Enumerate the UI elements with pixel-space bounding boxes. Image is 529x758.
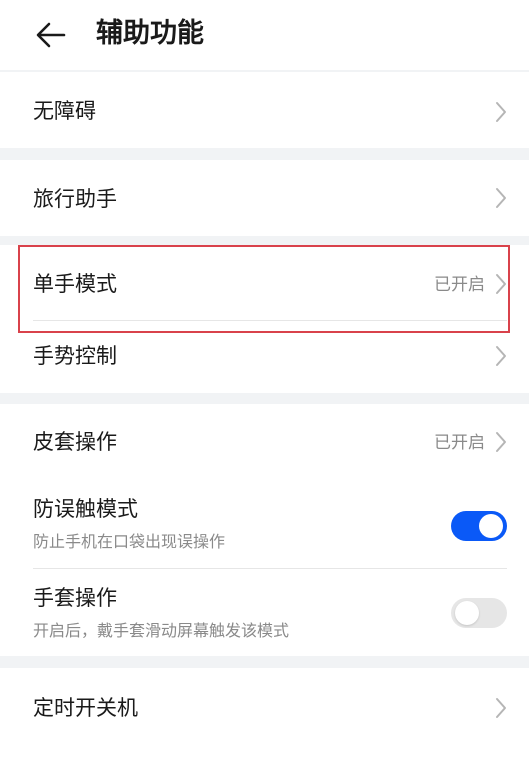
list-item-gesture-control[interactable]: 手势控制 (0, 321, 529, 393)
list-item-label: 防误触模式 (33, 497, 138, 521)
list-item-glove-mode: 手套操作 开启后，戴手套滑动屏幕触发该模式 (0, 569, 529, 656)
list-item-label: 手套操作 (33, 586, 117, 610)
list-item-anti-mistouch: 防误触模式 防止手机在口袋出现误操作 (0, 480, 529, 568)
list-item-label: 单手模式 (33, 272, 117, 296)
list-item-subtitle: 防止手机在口袋出现误操作 (33, 532, 226, 551)
list-item-travel-assistant[interactable]: 旅行助手 (0, 160, 529, 236)
card-accessibility: 无障碍 (0, 72, 529, 148)
glove-mode-toggle[interactable] (451, 598, 507, 628)
chevron-right-icon (496, 188, 506, 208)
list-item-cover-operation[interactable]: 皮套操作 已开启 (0, 404, 529, 480)
status-text: 已开启 (434, 275, 485, 295)
card-scheduled-power: 定时开关机 (0, 668, 529, 758)
list-item-label: 无障碍 (33, 99, 96, 123)
anti-mistouch-toggle[interactable] (451, 511, 507, 541)
chevron-right-icon (496, 698, 506, 718)
list-item-subtitle: 开启后，戴手套滑动屏幕触发该模式 (33, 621, 290, 640)
list-item-label: 皮套操作 (33, 430, 117, 454)
card-travel-assistant: 旅行助手 (0, 160, 529, 236)
app-header: 辅助功能 (0, 0, 529, 70)
page-title: 辅助功能 (96, 18, 204, 49)
list-item-one-hand-mode[interactable]: 单手模式 已开启 (0, 245, 529, 321)
list-item-scheduled-power[interactable]: 定时开关机 (0, 668, 529, 758)
chevron-right-icon (496, 432, 506, 452)
card-operation-modes: 皮套操作 已开启 防误触模式 防止手机在口袋出现误操作 手套操作 开启后，戴手套… (0, 404, 529, 656)
list-item-accessibility[interactable]: 无障碍 (0, 72, 529, 148)
chevron-right-icon (496, 274, 506, 294)
status-text: 已开启 (434, 433, 485, 453)
list-item-label: 旅行助手 (33, 187, 117, 211)
card-one-hand-gesture: 单手模式 已开启 手势控制 (0, 245, 529, 393)
chevron-right-icon (496, 346, 506, 366)
toggle-knob (455, 601, 479, 625)
list-item-label: 定时开关机 (33, 696, 138, 720)
list-item-label: 手势控制 (33, 344, 117, 368)
arrow-left-icon[interactable] (34, 18, 68, 52)
toggle-knob (479, 514, 503, 538)
chevron-right-icon (496, 102, 506, 122)
